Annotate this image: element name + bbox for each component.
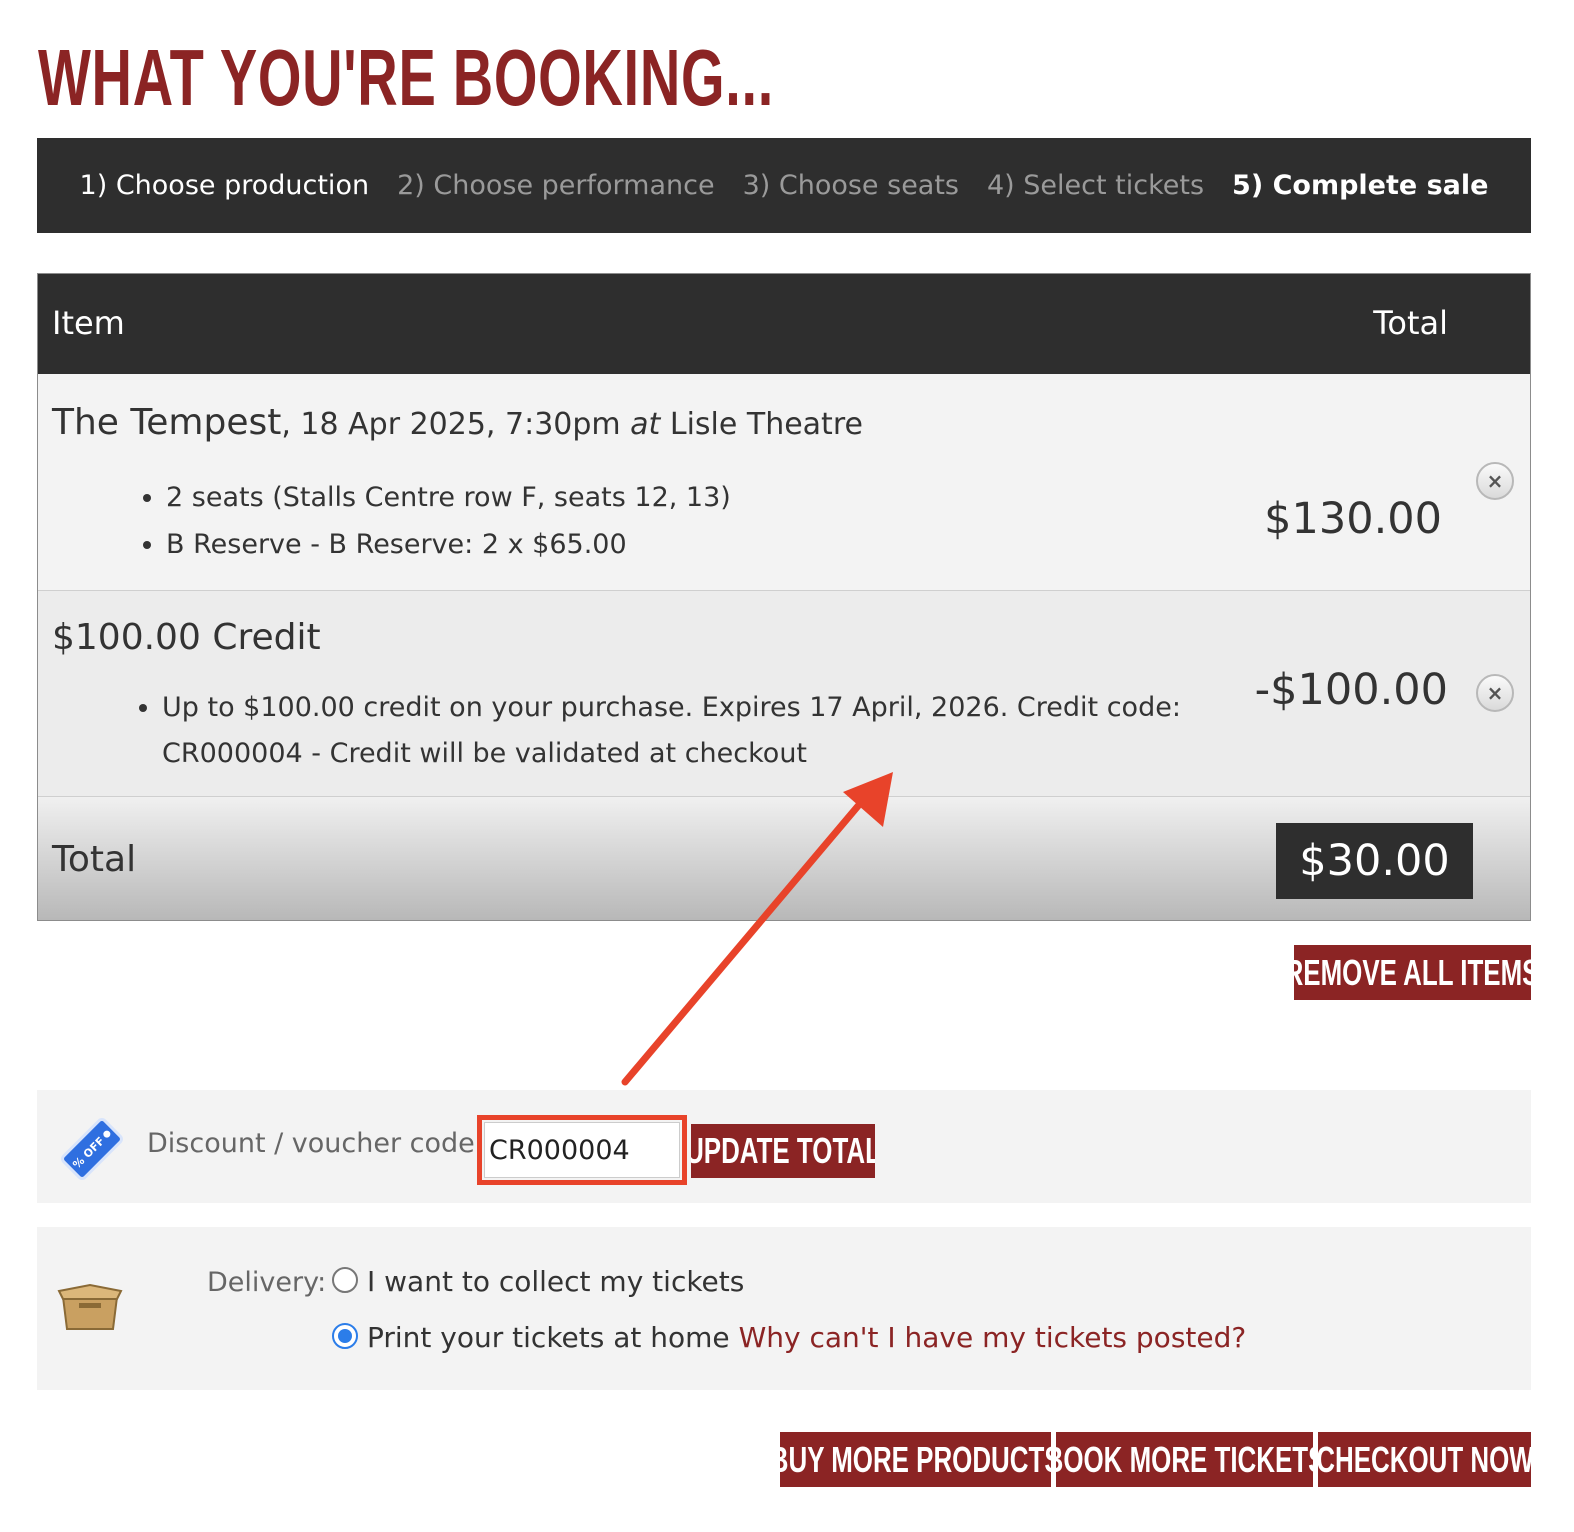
update-total-label: UPDATE TOTAL — [691, 1130, 875, 1171]
checkout-now-label: CHECKOUT NOW — [1318, 1438, 1531, 1480]
delivery-panel: Delivery: I want to collect my tickets P… — [37, 1227, 1531, 1390]
seat-details: 2 seats (Stalls Centre row F, seats 12, … — [166, 474, 731, 521]
performance-datetime: , 18 Apr 2025, 7:30pm — [281, 407, 631, 442]
credit-title: $100.00 Credit — [52, 617, 321, 658]
voucher-code-label: Discount / voucher code: — [147, 1128, 484, 1159]
delivery-label: Delivery: — [207, 1267, 327, 1298]
print-at-home-label[interactable]: Print your tickets at home — [367, 1321, 730, 1354]
step-choose-production[interactable]: 1) Choose production — [80, 170, 370, 201]
credit-description: Up to $100.00 credit on your purchase. E… — [162, 685, 1182, 777]
page-title: WHAT YOU'RE BOOKING... — [38, 33, 774, 122]
collect-tickets-label[interactable]: I want to collect my tickets — [367, 1265, 744, 1298]
credit-details: Up to $100.00 credit on your purchase. E… — [134, 685, 1182, 777]
voucher-code-input[interactable] — [484, 1122, 680, 1178]
remove-credit-button[interactable]: × — [1476, 674, 1514, 712]
cart-header: Item Total — [38, 274, 1530, 374]
performance-summary: The Tempest, 18 Apr 2025, 7:30pm at Lisl… — [52, 402, 863, 443]
why-not-posted-link[interactable]: Why can't I have my tickets posted? — [739, 1321, 1247, 1354]
step-choose-performance: 2) Choose performance — [397, 170, 715, 201]
total-value: $30.00 — [1276, 823, 1473, 899]
discount-tag-icon: % OFF — [61, 1118, 123, 1180]
column-header-total: Total — [1373, 304, 1448, 342]
step-select-tickets: 4) Select tickets — [987, 170, 1205, 201]
buy-more-products-label: BUY MORE PRODUCTS — [780, 1438, 1051, 1480]
remove-all-items-label: REMOVE ALL ITEMS — [1294, 951, 1531, 993]
close-circle-icon: × — [1486, 469, 1504, 493]
cart-table: Item Total The Tempest, 18 Apr 2025, 7:3… — [37, 273, 1531, 921]
production-name: The Tempest — [52, 402, 282, 443]
column-header-item: Item — [52, 304, 125, 342]
cart-item-tempest: The Tempest, 18 Apr 2025, 7:30pm at Lisl… — [38, 374, 1530, 591]
print-at-home-option: Print your tickets at home Why can't I h… — [367, 1321, 1246, 1354]
step-complete-sale: 5) Complete sale — [1232, 170, 1489, 201]
update-total-button[interactable]: UPDATE TOTAL — [691, 1124, 875, 1178]
checkout-steps: 1) Choose production 2) Choose performan… — [37, 138, 1531, 233]
step-choose-seats: 3) Choose seats — [742, 170, 959, 201]
item-price: $130.00 — [1264, 494, 1442, 544]
collect-tickets-radio[interactable] — [332, 1267, 358, 1293]
credit-price: -$100.00 — [1254, 665, 1448, 715]
venue-name: Lisle Theatre — [669, 407, 863, 442]
item-details: 2 seats (Stalls Centre row F, seats 12, … — [138, 474, 731, 568]
book-more-tickets-button[interactable]: BOOK MORE TICKETS — [1056, 1432, 1313, 1487]
cart-item-credit: $100.00 Credit Up to $100.00 credit on y… — [38, 591, 1530, 797]
remove-all-items-button[interactable]: REMOVE ALL ITEMS — [1294, 945, 1531, 1000]
book-more-tickets-label: BOOK MORE TICKETS — [1056, 1438, 1313, 1480]
box-icon — [57, 1283, 123, 1330]
at-text: at — [630, 407, 661, 442]
buy-more-products-button[interactable]: BUY MORE PRODUCTS — [780, 1432, 1051, 1487]
cart-total-row: Total $30.00 — [38, 797, 1530, 920]
voucher-panel: % OFF Discount / voucher code: UPDATE TO… — [37, 1090, 1531, 1203]
print-at-home-radio[interactable] — [332, 1323, 358, 1349]
close-circle-icon: × — [1486, 681, 1504, 705]
total-label: Total — [52, 839, 137, 880]
checkout-now-button[interactable]: CHECKOUT NOW — [1318, 1432, 1531, 1487]
remove-item-button[interactable]: × — [1476, 462, 1514, 500]
ticket-type-details: B Reserve - B Reserve: 2 x $65.00 — [166, 521, 731, 568]
